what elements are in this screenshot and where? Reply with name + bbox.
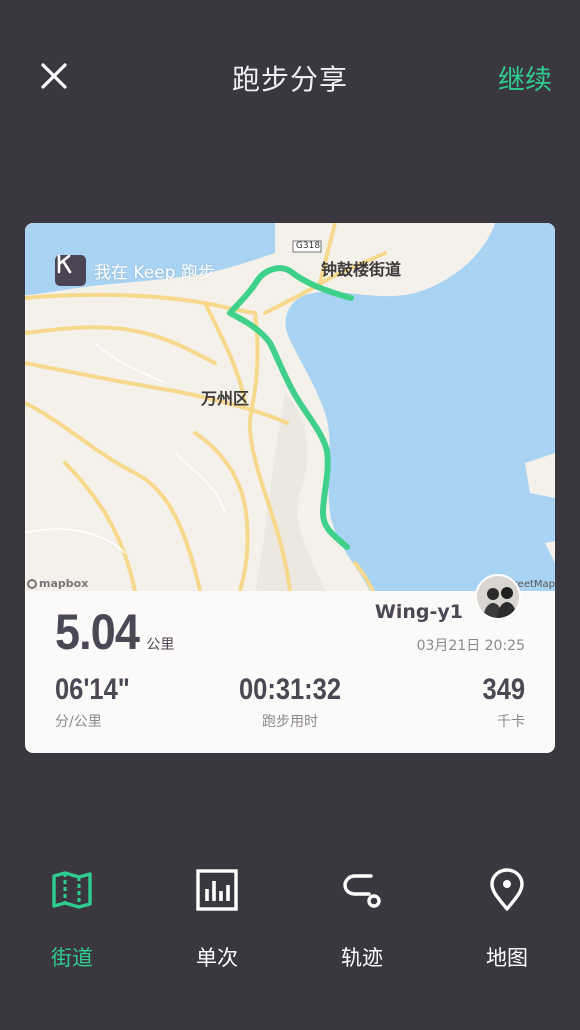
tab-map-label: 地图 bbox=[486, 946, 528, 970]
continue-button[interactable]: 继续 bbox=[498, 58, 552, 97]
keep-badge-text: 我在 Keep 跑步 bbox=[94, 262, 215, 283]
run-summary: 5.04 公里 Wing-y1 03月21日 20:25 06'14" 分/公里… bbox=[25, 591, 555, 753]
keep-logo bbox=[55, 254, 86, 286]
street-map[interactable]: 我在 Keep 跑步 钟鼓楼街道 万州区 G318 mapbox StreetM… bbox=[25, 223, 555, 591]
page-title: 跑步分享 bbox=[231, 63, 348, 96]
route-icon bbox=[343, 874, 381, 908]
district-label: 万州区 bbox=[201, 389, 250, 408]
calories-stat: 349 千卡 bbox=[475, 673, 525, 731]
duration-value: 00:31:32 bbox=[238, 673, 342, 706]
style-tab-bar: 街道 单次 轨迹 地图 bbox=[0, 860, 580, 980]
street-map-icon bbox=[52, 871, 92, 909]
tab-single[interactable]: 单次 bbox=[157, 860, 277, 972]
tab-route-label: 轨迹 bbox=[341, 946, 383, 970]
username: Wing-y1 bbox=[374, 601, 463, 623]
mapbox-icon bbox=[27, 578, 37, 589]
tab-street[interactable]: 街道 bbox=[12, 860, 132, 972]
calories-label: 千卡 bbox=[497, 714, 525, 730]
bar-chart-icon bbox=[196, 869, 238, 911]
mapbox-text: mapbox bbox=[39, 577, 89, 590]
street-label: 钟鼓楼街道 bbox=[321, 260, 402, 279]
tab-single-label: 单次 bbox=[196, 946, 238, 970]
distance-unit: 公里 bbox=[146, 637, 175, 653]
tab-street-label: 街道 bbox=[51, 946, 93, 970]
share-card: 我在 Keep 跑步 钟鼓楼街道 万州区 G318 mapbox StreetM… bbox=[25, 223, 555, 753]
distance-value: 5.04 bbox=[55, 604, 140, 660]
calories-value: 349 bbox=[482, 673, 525, 706]
location-pin-icon bbox=[490, 868, 524, 911]
tab-map[interactable]: 地图 bbox=[447, 860, 567, 972]
tab-route[interactable]: 轨迹 bbox=[302, 860, 422, 972]
distance: 5.04 公里 bbox=[55, 603, 174, 661]
road-code-label: G318 bbox=[295, 241, 321, 251]
top-bar: 跑步分享 继续 bbox=[0, 0, 580, 150]
run-datetime: 03月21日 20:25 bbox=[416, 638, 525, 654]
keep-badge: 我在 Keep 跑步 bbox=[55, 254, 215, 286]
mapbox-logo: mapbox bbox=[27, 577, 88, 590]
